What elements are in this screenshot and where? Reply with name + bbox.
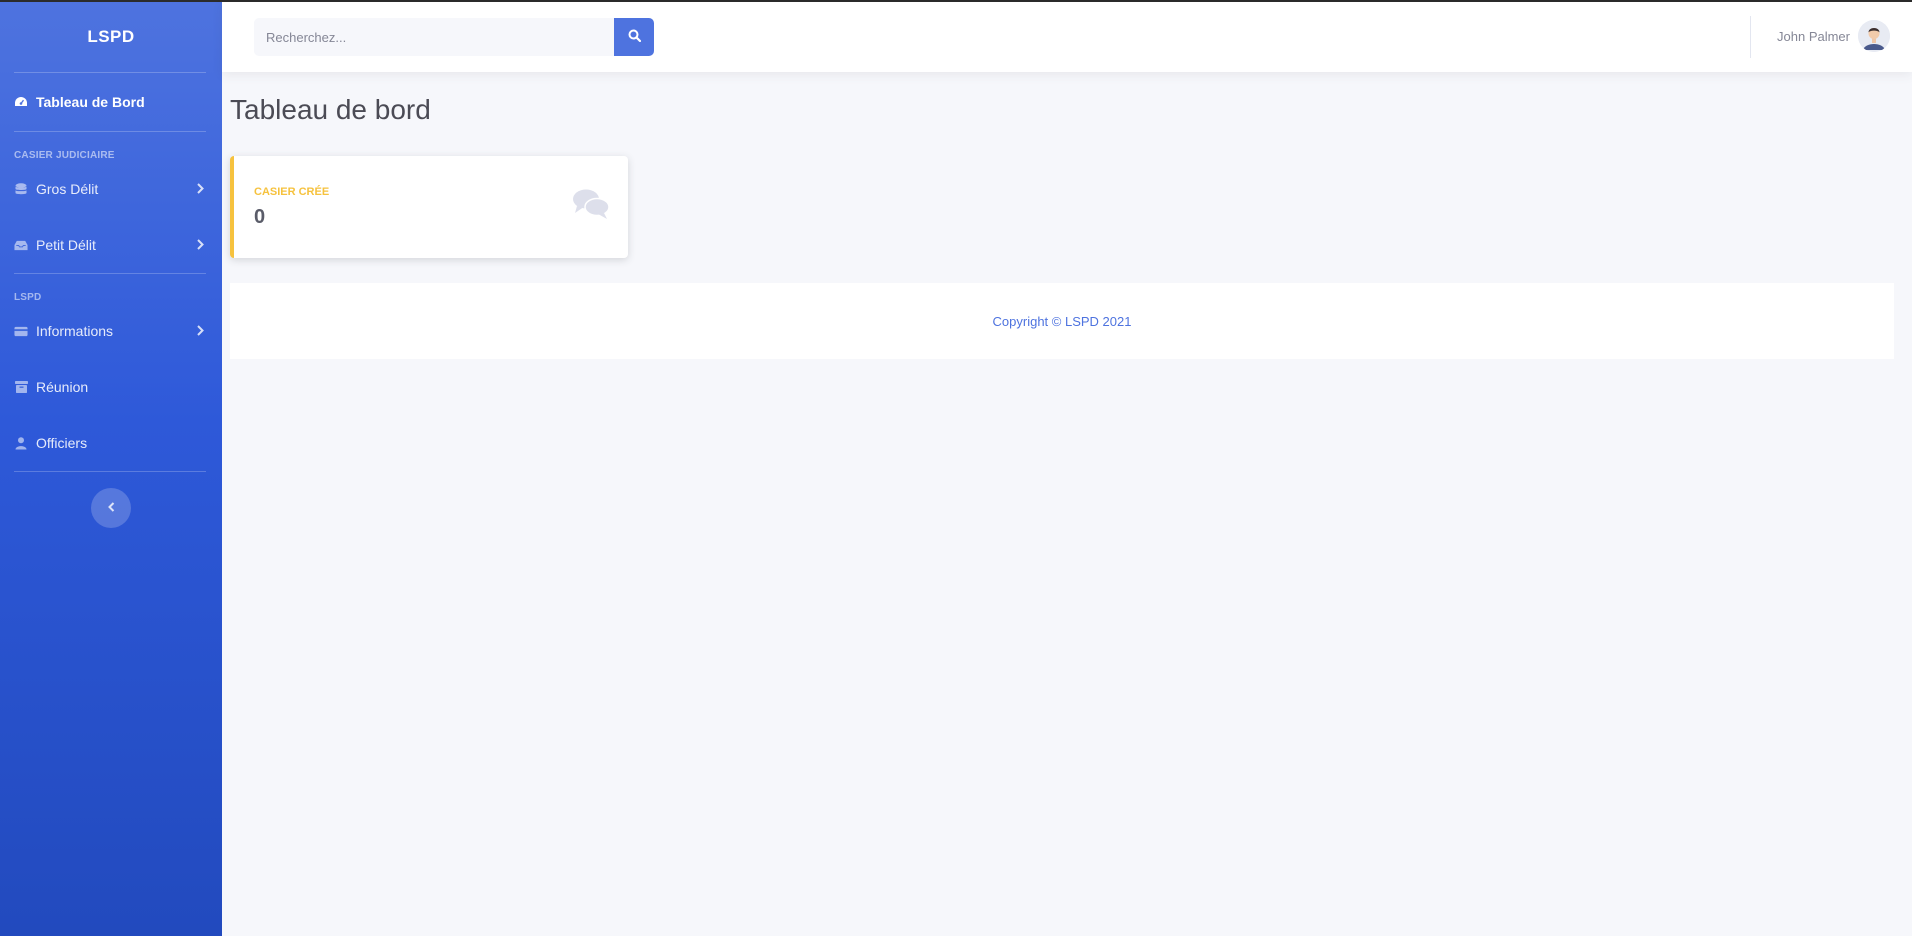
chevron-right-icon xyxy=(197,181,204,197)
topbar: John Palmer xyxy=(222,2,1912,72)
stat-card-casier: CASIER CRÉE 0 xyxy=(230,156,628,258)
sidebar-item-label: Tableau de Bord xyxy=(36,94,145,110)
chevron-right-icon xyxy=(197,323,204,339)
sidebar-divider xyxy=(14,471,206,472)
footer: Copyright © LSPD 2021 xyxy=(230,283,1894,359)
sidebar-heading-lspd: LSPD xyxy=(14,292,42,303)
sidebar-item-tableau-de-bord[interactable]: Tableau de Bord xyxy=(0,73,222,131)
sidebar-item-label: Informations xyxy=(36,323,114,339)
database-icon xyxy=(14,182,28,195)
sidebar-item-reunion[interactable]: Réunion xyxy=(0,359,222,415)
search-icon xyxy=(628,29,641,45)
dashboard-icon xyxy=(14,96,28,108)
stat-card-value: 0 xyxy=(254,206,266,228)
stat-card-label: CASIER CRÉE xyxy=(254,186,330,198)
sidebar-item-label: Petit Délit xyxy=(36,237,96,253)
user-name: John Palmer xyxy=(1777,28,1850,44)
search-form xyxy=(254,18,654,56)
sidebar-item-officiers[interactable]: Officiers xyxy=(0,415,222,471)
chevron-left-icon xyxy=(107,499,115,517)
brand-logo[interactable]: LSPD xyxy=(0,2,222,72)
sidebar-item-label: Gros Délit xyxy=(36,181,99,197)
sidebar-item-petit-delit[interactable]: Petit Délit xyxy=(0,217,222,273)
user-icon xyxy=(14,436,28,449)
search-button[interactable] xyxy=(614,18,654,56)
avatar-icon xyxy=(1858,20,1890,52)
comments-icon xyxy=(572,188,610,225)
search-input[interactable] xyxy=(254,18,614,56)
inbox-icon xyxy=(14,239,28,251)
chevron-right-icon xyxy=(197,237,204,253)
user-menu[interactable]: John Palmer xyxy=(1777,20,1890,52)
copyright-text: Copyright © LSPD 2021 xyxy=(992,313,1132,329)
sidebar-item-informations[interactable]: Informations xyxy=(0,303,222,359)
sidebar-heading-casier: CASIER JUDICIAIRE xyxy=(14,150,115,161)
sidebar-item-label: Officiers xyxy=(36,435,88,451)
sidebar-toggle-button[interactable] xyxy=(91,488,131,528)
sidebar-item-label: Réunion xyxy=(36,379,89,395)
page-title: Tableau de bord xyxy=(230,94,431,125)
sidebar-item-gros-delit[interactable]: Gros Délit xyxy=(0,161,222,217)
archive-icon xyxy=(14,381,28,393)
sidebar: LSPD Tableau de Bord CASIER JUDICIAIRE G… xyxy=(0,2,222,936)
card-icon xyxy=(14,325,28,337)
topbar-divider xyxy=(1750,16,1751,58)
